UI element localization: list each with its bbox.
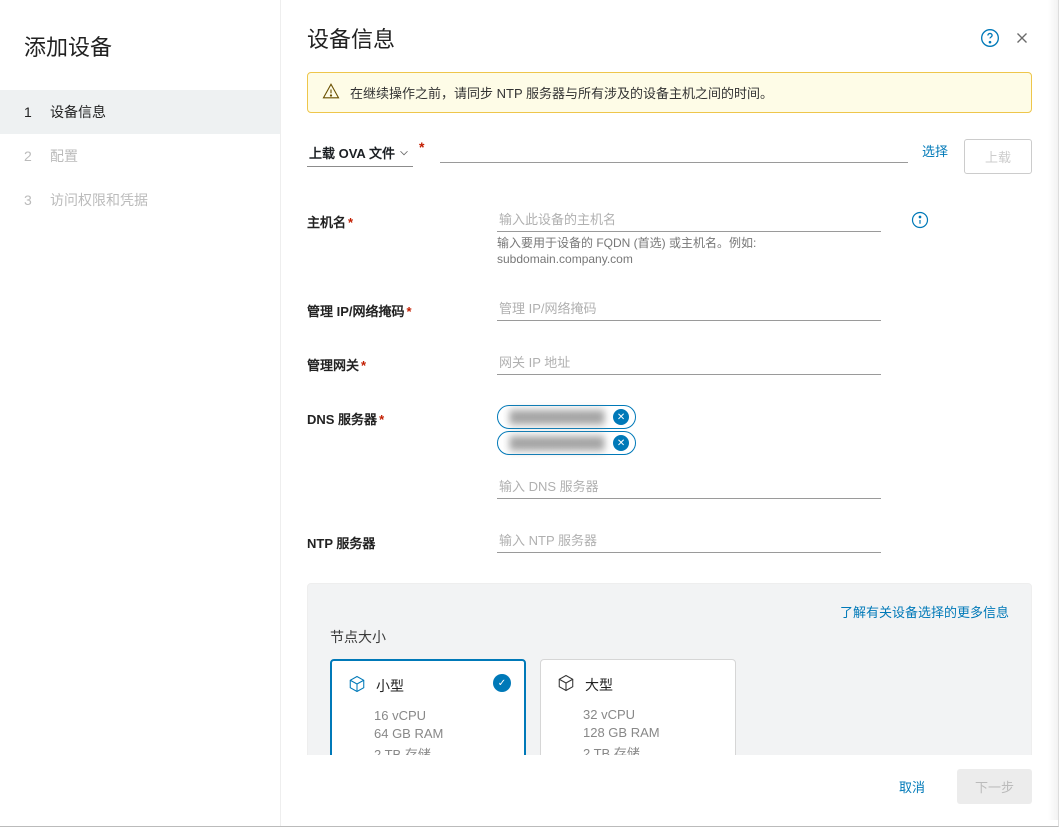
next-button: 下一步 [957, 769, 1032, 804]
check-icon: ✓ [493, 674, 511, 692]
remove-chip-icon[interactable]: ✕ [613, 435, 629, 451]
wizard-sidebar: 添加设备 1 设备信息 2 配置 3 访问权限和凭据 [0, 0, 280, 826]
step-label: 访问权限和凭据 [50, 190, 148, 210]
dns-chip: ██████████ ✕ [497, 431, 636, 455]
sync-time-alert: 在继续操作之前，请同步 NTP 服务器与所有涉及的设备主机之间的时间。 [307, 72, 1032, 113]
page-title: 设备信息 [307, 22, 980, 54]
cube-icon [348, 675, 366, 696]
node-size-label: 节点大小 [330, 627, 1009, 647]
node-size-small-card[interactable]: 小型 ✓ 16 vCPU 64 GB RAM 2 TB 存储 [330, 659, 526, 755]
hostname-helper: 输入要用于设备的 FQDN (首选) 或主机名。例如: subdomain.co… [497, 236, 881, 267]
hostname-input[interactable] [497, 208, 881, 232]
close-icon[interactable] [1012, 28, 1032, 48]
upload-button: 上载 [964, 139, 1032, 174]
info-icon[interactable] [911, 211, 929, 267]
node-size-large-card[interactable]: 大型 32 vCPU 128 GB RAM 2 TB 存储 [540, 659, 736, 755]
step-device-info[interactable]: 1 设备信息 [0, 90, 280, 134]
cube-icon [557, 674, 575, 695]
mgmtip-label: 管理 IP/网络掩码* [307, 297, 481, 321]
ntp-input[interactable] [497, 529, 881, 553]
warning-icon [322, 82, 340, 103]
chevron-down-icon [397, 146, 411, 160]
ova-method-dropdown[interactable]: 上载 OVA 文件 [307, 139, 413, 167]
hostname-label: 主机名* [307, 208, 481, 267]
step-config: 2 配置 [0, 134, 280, 178]
gateway-input[interactable] [497, 351, 881, 375]
step-credentials: 3 访问权限和凭据 [0, 178, 280, 222]
cancel-button[interactable]: 取消 [881, 769, 943, 804]
dns-label: DNS 服务器* [307, 405, 481, 499]
help-icon[interactable] [980, 28, 1000, 48]
dns-input[interactable] [497, 475, 881, 499]
ntp-label: NTP 服务器 [307, 529, 481, 553]
gateway-label: 管理网关* [307, 351, 481, 375]
wizard-title: 添加设备 [0, 20, 280, 90]
mgmtip-input[interactable] [497, 297, 881, 321]
step-label: 设备信息 [50, 102, 106, 122]
dns-chip: ██████████ ✕ [497, 405, 636, 429]
ova-path-input[interactable] [440, 139, 908, 163]
node-size-learn-more-link[interactable]: 了解有关设备选择的更多信息 [840, 605, 1009, 620]
step-label: 配置 [50, 146, 78, 166]
remove-chip-icon[interactable]: ✕ [613, 409, 629, 425]
select-file-link[interactable]: 选择 [922, 141, 948, 163]
